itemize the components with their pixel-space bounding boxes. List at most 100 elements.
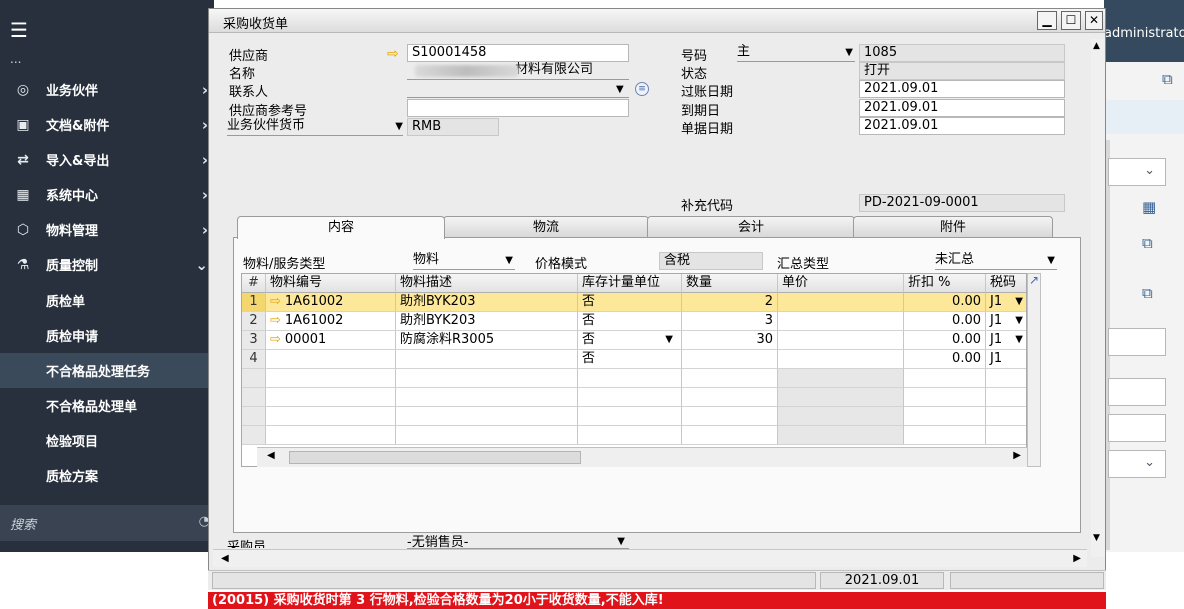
close-button[interactable]: ✕	[1085, 11, 1103, 30]
summary-type-dropdown[interactable]: 未汇总 ▼	[935, 252, 1057, 270]
link-arrow-icon[interactable]: ⇨	[270, 294, 281, 309]
right-input-3[interactable]	[1108, 414, 1166, 442]
scroll-thumb[interactable]	[289, 451, 581, 464]
table-row[interactable]: 3 ⇨ 00001 防腐涂料R3005 否 ▼ 30 0.00 J1 ▼	[242, 331, 1026, 350]
sidebar-item-quality-control[interactable]: ⚗ 质量控制 ⌄	[0, 247, 214, 282]
item-code-cell[interactable]: ⇨ 1A61002	[266, 312, 396, 331]
buyer-dropdown[interactable]: -无销售员- ▼	[407, 535, 629, 549]
price-cell[interactable]	[778, 312, 904, 331]
minimize-button[interactable]: ▁	[1037, 11, 1057, 30]
col-header-tax[interactable]: 税码	[986, 274, 1026, 293]
tab-accounting[interactable]: 会计	[647, 216, 855, 238]
item-code-cell[interactable]: ⇨ 1A61002	[266, 293, 396, 312]
window-vertical-scrollbar[interactable]: ▲ ▼	[1091, 39, 1105, 557]
table-row[interactable]: 1 ⇨ 1A61002 助剂BYK203 否 2 0.00 J1 ▼	[242, 293, 1026, 312]
tax-cell[interactable]: J1 ▼	[986, 312, 1026, 331]
item-desc-cell[interactable]: 助剂BYK203	[396, 312, 578, 331]
price-cell[interactable]	[778, 331, 904, 350]
item-code-cell[interactable]: ⇨ 00001	[266, 331, 396, 350]
calendar-icon[interactable]: ▦	[1142, 198, 1156, 216]
item-desc-cell[interactable]	[396, 350, 578, 369]
grid-vertical-scrollbar[interactable]: ↗	[1027, 273, 1041, 467]
link-arrow-icon[interactable]: ⇨	[387, 47, 399, 61]
maximize-button[interactable]: ☐	[1061, 11, 1081, 30]
contact-field[interactable]	[407, 80, 629, 98]
qty-cell[interactable]: 30	[682, 331, 778, 350]
scroll-up-icon[interactable]: ▲	[1093, 41, 1100, 51]
item-code-cell[interactable]	[266, 350, 396, 369]
sidebar-item-system-center[interactable]: ▦ 系统中心 ›	[0, 177, 214, 212]
dropdown-arrow-icon[interactable]: ▼	[1015, 331, 1023, 349]
expand-icon[interactable]: ↗	[1029, 273, 1039, 287]
discount-cell[interactable]: 0.00	[904, 312, 986, 331]
scroll-left-icon[interactable]: ◀	[221, 553, 229, 564]
col-header-qty[interactable]: 数量	[682, 274, 778, 293]
link-arrow-icon[interactable]: ⇨	[270, 332, 281, 347]
dropdown-arrow-icon[interactable]: ▼	[1015, 312, 1023, 330]
qty-cell[interactable]	[682, 350, 778, 369]
vendor-field[interactable]: S10001458	[407, 44, 629, 62]
discount-cell[interactable]: 0.00	[904, 331, 986, 350]
dropdown-arrow-icon[interactable]: ▼	[616, 85, 624, 95]
due-date-field[interactable]: 2021.09.01	[859, 99, 1065, 117]
item-desc-cell[interactable]: 助剂BYK203	[396, 293, 578, 312]
currency-dropdown[interactable]: 业务伙伴货币 ▼	[227, 118, 403, 136]
col-header-price[interactable]: 单价	[778, 274, 904, 293]
more-info-icon[interactable]: ≡	[635, 82, 649, 96]
item-type-dropdown[interactable]: 物料 ▼	[413, 252, 515, 270]
table-row[interactable]: 2 ⇨ 1A61002 助剂BYK203 否 3 0.00 J1 ▼	[242, 312, 1026, 331]
sidebar-item-documents[interactable]: ▣ 文档&附件 ›	[0, 107, 214, 142]
right-dropdown-1[interactable]: ⌄	[1108, 158, 1166, 186]
window-horizontal-scrollbar[interactable]: ◀ ▶	[213, 549, 1087, 567]
sidebar-subitem-inspection-plan[interactable]: 质检方案	[0, 458, 214, 493]
price-cell[interactable]	[778, 350, 904, 369]
doc-date-field[interactable]: 2021.09.01	[859, 117, 1065, 135]
price-cell[interactable]	[778, 293, 904, 312]
col-header-desc[interactable]: 物料描述	[396, 274, 578, 293]
sidebar-item-import-export[interactable]: ⇄ 导入&导出 ›	[0, 142, 214, 177]
uom-cell[interactable]: 否 ▼	[578, 331, 682, 350]
copy-icon[interactable]: ⧉	[1142, 234, 1153, 252]
right-dropdown-2[interactable]: ⌄	[1108, 450, 1166, 478]
sidebar-subitem-inspection-request[interactable]: 质检申请	[0, 318, 214, 353]
vendor-ref-field[interactable]	[407, 99, 629, 117]
right-input-2[interactable]	[1108, 378, 1166, 406]
grid-horizontal-scrollbar[interactable]: ◀ ▶	[257, 447, 1027, 467]
copy-icon[interactable]: ⧉	[1142, 284, 1153, 302]
table-row[interactable]: 4 否 0.00 J1	[242, 350, 1026, 369]
right-input-1[interactable]	[1108, 328, 1166, 356]
discount-cell[interactable]: 0.00	[904, 350, 986, 369]
item-desc-cell[interactable]: 防腐涂料R3005	[396, 331, 578, 350]
sidebar-item-material-management[interactable]: ⬡ 物料管理 ›	[0, 212, 214, 247]
sidebar-subitem-inspection-order[interactable]: 质检单	[0, 283, 214, 318]
col-header-uom[interactable]: 库存计量单位	[578, 274, 682, 293]
scroll-down-icon[interactable]: ▼	[1093, 533, 1100, 543]
tab-logistics[interactable]: 物流	[443, 216, 649, 238]
tax-cell[interactable]: J1 ▼	[986, 331, 1026, 350]
uom-cell[interactable]: 否	[578, 350, 682, 369]
scroll-right-icon[interactable]: ▶	[1013, 450, 1021, 461]
window-titlebar[interactable]: 采购收货单	[209, 9, 1105, 33]
export-icon[interactable]: ⧉	[1162, 70, 1173, 88]
col-header-code[interactable]: 物料编号	[266, 274, 396, 293]
tax-cell[interactable]: J1	[986, 350, 1026, 369]
sidebar-subitem-nonconforming-task[interactable]: 不合格品处理任务	[0, 353, 214, 388]
sidebar-item-business-partner[interactable]: ◎ 业务伙伴 ›	[0, 72, 214, 107]
scroll-right-icon[interactable]: ▶	[1073, 553, 1081, 564]
uom-cell[interactable]: 否	[578, 293, 682, 312]
dropdown-arrow-icon[interactable]: ▼	[1015, 293, 1023, 311]
posting-date-field[interactable]: 2021.09.01	[859, 80, 1065, 98]
col-header-discount[interactable]: 折扣 %	[904, 274, 986, 293]
qty-cell[interactable]: 2	[682, 293, 778, 312]
tab-content[interactable]: 内容	[237, 216, 445, 239]
link-arrow-icon[interactable]: ⇨	[270, 313, 281, 328]
col-header-num[interactable]: #	[242, 274, 266, 293]
scroll-left-icon[interactable]: ◀	[267, 450, 275, 461]
series-dropdown[interactable]: 主 ▼	[737, 44, 855, 62]
discount-cell[interactable]: 0.00	[904, 293, 986, 312]
dropdown-arrow-icon[interactable]: ▼	[665, 331, 673, 349]
tab-attachments[interactable]: 附件	[853, 216, 1053, 238]
sidebar-subitem-nonconforming-order[interactable]: 不合格品处理单	[0, 388, 214, 423]
sidebar-search-input[interactable]: 搜索 ◔	[0, 505, 214, 541]
uom-cell[interactable]: 否	[578, 312, 682, 331]
